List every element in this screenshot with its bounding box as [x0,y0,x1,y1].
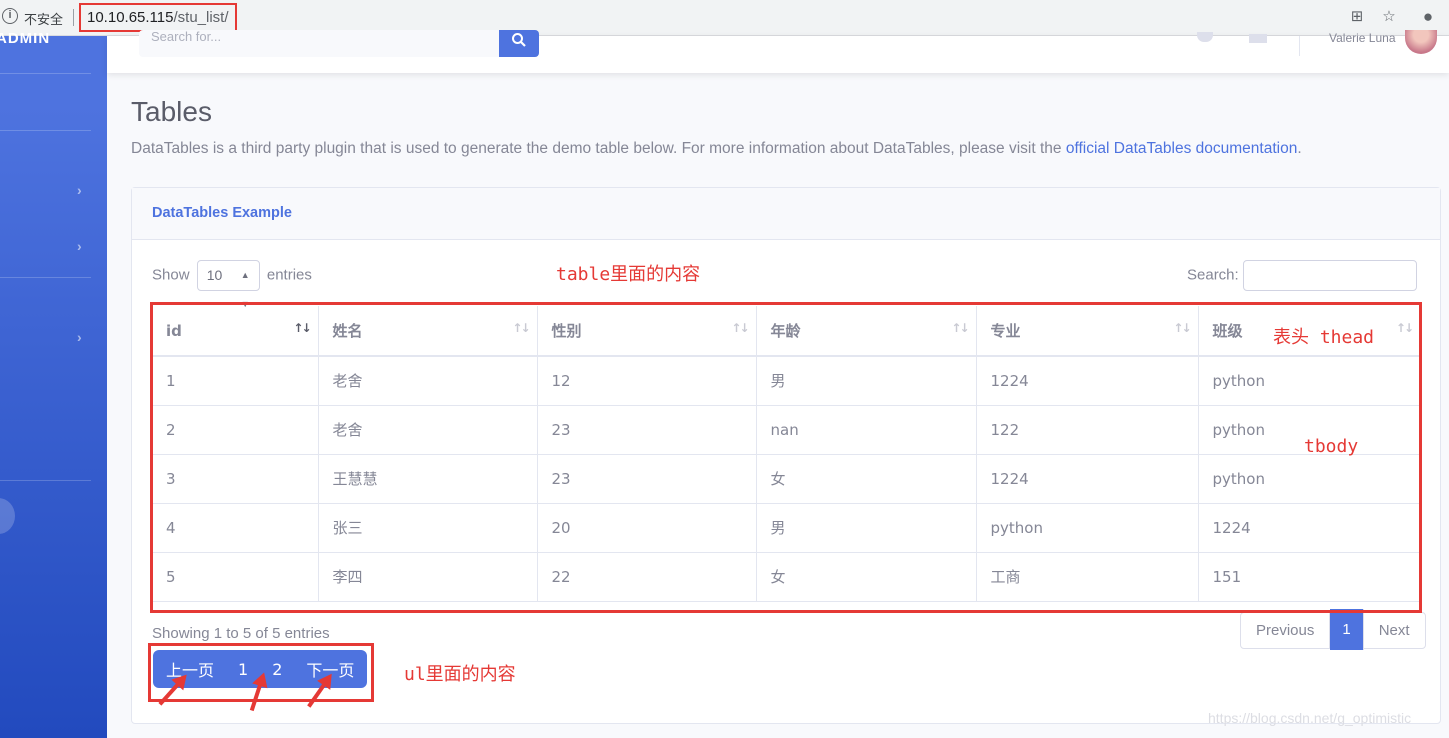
bell-icon[interactable] [1197,32,1213,42]
annotation-table-content: table里面的内容 [556,264,701,285]
page-length-select[interactable]: 10 ▲ ▼ [196,260,260,309]
card-header: DataTables Example [132,188,1440,240]
translate-icon[interactable]: ⊞ [1348,8,1366,26]
table-search-input[interactable] [1242,260,1417,291]
chevron-right-icon[interactable]: › [77,182,82,198]
annotation-table-box [150,302,1422,613]
table-info: Showing 1 to 5 of 5 entries [152,625,330,642]
page-title: Tables [131,96,212,127]
sidebar-divider [0,130,91,131]
sidebar-brand[interactable]: ADMIN [0,30,50,47]
topbar-divider [1299,36,1300,56]
divider [73,9,74,26]
previous-page-button[interactable]: Previous [1241,613,1331,648]
url-field[interactable]: 10.10.65.115/stu_list/ [79,3,237,32]
table-search: Search: [1187,260,1417,291]
sidebar-divider [0,480,91,481]
page-description: DataTables is a third party plugin that … [131,140,1302,158]
user-name[interactable]: Valerie Luna [1329,31,1396,45]
search-icon [512,33,526,47]
sidebar-toggle-button[interactable] [0,498,15,534]
page-1-button[interactable]: 1 [1330,609,1364,650]
profile-icon[interactable]: ● [1419,8,1437,26]
page-length-value: 10 [206,267,223,283]
annotation-thead: 表头 thead [1273,327,1375,348]
entries-label: entries [266,266,312,284]
star-icon[interactable]: ☆ [1380,8,1398,26]
page-description-text: DataTables is a third party plugin that … [131,140,1066,157]
annotation-tbody: tbody [1304,436,1359,457]
chevron-right-icon[interactable]: › [77,329,82,345]
topbar: Search for... Valerie Luna [107,30,1449,73]
next-page-button[interactable]: Next [1364,613,1425,648]
topbar-search-input[interactable]: Search for... [139,30,499,57]
sidebar: ADMIN › › › [0,30,107,738]
annotation-ul-content: ul里面的内容 [404,664,516,685]
datatables-docs-link[interactable]: official DataTables documentation [1066,140,1298,157]
sidebar-divider [0,73,91,74]
sidebar-divider [0,277,91,278]
insecure-label: 不安全 [24,13,64,28]
page-length-control: Show 10 ▲ ▼ entries [152,260,312,309]
search-button[interactable] [499,30,539,57]
chevron-right-icon[interactable]: › [77,238,82,254]
avatar[interactable] [1405,30,1437,54]
pagination: Previous 1 Next [1240,609,1426,650]
page-description-end: . [1297,140,1302,157]
url-host: 10.10.65.115 [87,9,174,26]
search-label: Search: [1187,266,1239,284]
envelope-icon[interactable] [1249,34,1267,43]
show-label: Show [152,266,190,284]
watermark: https://blog.csdn.net/g_optimistic [1208,710,1412,726]
info-icon[interactable]: i [2,8,18,24]
url-path: /stu_list/ [173,9,229,26]
